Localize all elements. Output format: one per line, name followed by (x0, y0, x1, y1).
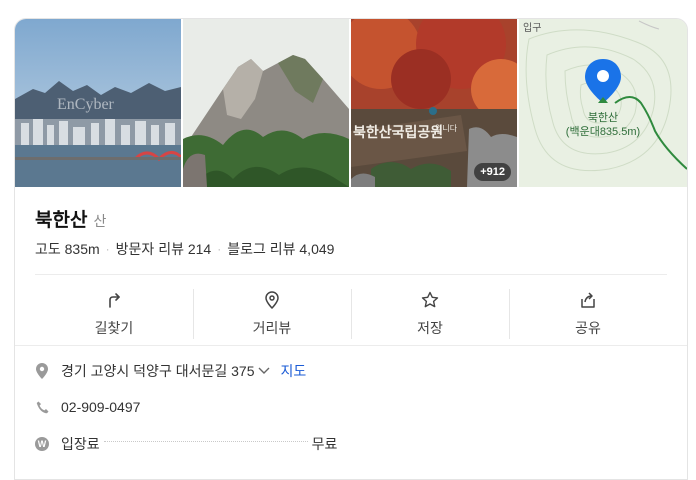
directions-icon (109, 293, 120, 308)
title-row: 북한산 산 (35, 205, 106, 232)
star-icon (421, 291, 439, 308)
divider (35, 274, 667, 275)
more-photos-badge[interactable]: +912 (474, 163, 511, 181)
directions-label: 길찾기 (94, 320, 134, 336)
action-bar: 길찾기 거리뷰 저장 공유 (35, 285, 667, 343)
share-label: 공유 (575, 320, 601, 336)
place-card: EnCyber 북한산국립공원 입니다 +912 입구 북한산 (백운대835.… (14, 18, 688, 480)
map-peak-label: (백운대835.5m) (565, 126, 641, 138)
blog-reviews-link[interactable]: 블로그 리뷰 4,049 (227, 239, 334, 259)
share-button[interactable]: 공유 (509, 285, 667, 343)
phone-row: 02-909-0497 (35, 399, 140, 415)
save-button[interactable]: 저장 (351, 285, 509, 343)
divider (15, 345, 687, 346)
location-pin-icon (35, 363, 49, 379)
won-coin-glyph: W (35, 437, 49, 451)
address-row: 경기 고양시 덕양구 대서문길 375 지도 (35, 361, 306, 381)
share-icon (581, 292, 595, 308)
dotted-leader (103, 440, 308, 442)
street-view-label: 거리뷰 (252, 320, 292, 336)
directions-button[interactable]: 길찾기 (35, 285, 193, 343)
sign-small-text: 입니다 (435, 123, 458, 133)
photo-map-thumbnail[interactable]: 입구 북한산 (백운대835.5m) (519, 19, 687, 187)
photo-strip: EnCyber 북한산국립공원 입니다 +912 입구 북한산 (백운대835.… (15, 19, 687, 187)
entrance-fee-value: 무료 (311, 436, 338, 452)
place-stats: 고도 835m · 방문자 리뷰 214 · 블로그 리뷰 4,049 (35, 239, 334, 259)
place-category: 산 (93, 213, 107, 229)
street-view-button[interactable]: 거리뷰 (193, 285, 351, 343)
won-coin-icon: W (35, 436, 49, 452)
photo-park-sign[interactable]: 북한산국립공원 입니다 +912 (351, 19, 517, 187)
watermark-text: EnCyber (57, 96, 115, 113)
save-label: 저장 (417, 320, 443, 336)
separator-dot: · (105, 242, 110, 256)
separator-dot: · (217, 242, 222, 256)
address-text[interactable]: 경기 고양시 덕양구 대서문길 375 (61, 361, 254, 381)
street-view-icon (265, 291, 279, 310)
entrance-fee-row: W 입장료 무료 (35, 434, 337, 454)
map-top-label: 입구 (523, 23, 542, 34)
chevron-down-icon[interactable] (258, 364, 270, 378)
phone-icon (35, 399, 49, 415)
sign-text: 북한산국립공원 (353, 124, 443, 140)
photo-rocky-peak[interactable] (183, 19, 349, 187)
place-title[interactable]: 북한산 (35, 205, 87, 232)
map-link[interactable]: 지도 (280, 361, 306, 381)
entrance-fee-label: 입장료 (61, 436, 100, 452)
visitor-reviews-link[interactable]: 방문자 리뷰 214 (116, 239, 212, 259)
photo-city-view[interactable]: EnCyber (15, 19, 181, 187)
altitude-text: 고도 835m (35, 241, 100, 257)
phone-number[interactable]: 02-909-0497 (61, 399, 140, 415)
